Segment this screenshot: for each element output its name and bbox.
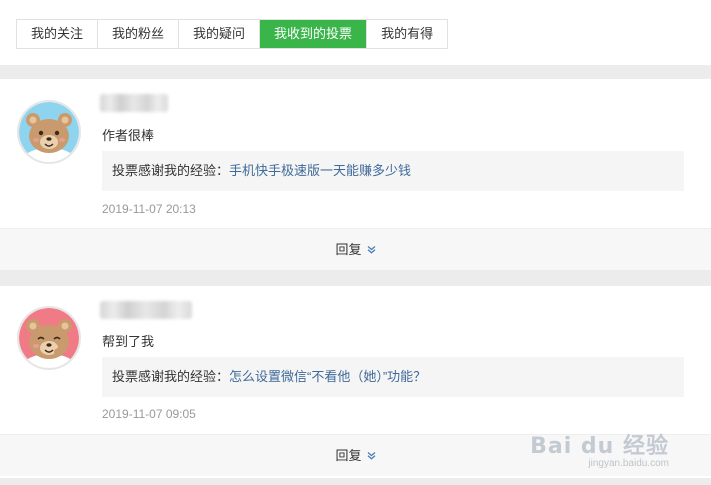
bear-avatar-icon [19,102,79,162]
tab-my-questions[interactable]: 我的疑问 [179,20,261,48]
quote-prefix: 投票感谢我的经验： [112,163,230,178]
tab-my-fans[interactable]: 我的粉丝 [98,20,180,48]
experience-quote: 投票感谢我的经验：怎么设置微信“不看他（她）”功能？ [102,357,684,397]
watermark-logo: Bai du 经验 [530,434,669,459]
tab-my-follows[interactable]: 我的关注 [17,20,99,48]
bear-avatar-icon [19,308,79,368]
vote-timestamp: 2019-11-07 20:13 [102,202,196,216]
experience-link[interactable]: 手机快手极速版一天能赚多少钱 [229,163,411,178]
reply-button[interactable]: 回复 [0,228,711,270]
reply-label: 回复 [335,448,362,463]
vote-comment: 作者很棒 [102,128,155,143]
section-divider [0,478,711,485]
quote-prefix: 投票感谢我的经验： [112,369,230,384]
tab-received-votes[interactable]: 我收到的投票 [260,20,368,48]
chevron-double-down-icon [367,230,376,272]
user-avatar[interactable] [17,306,81,370]
tab-my-gains[interactable]: 我的有得 [367,20,448,48]
section-divider [0,65,711,79]
user-avatar[interactable] [17,100,81,164]
blurred-username[interactable] [100,94,168,112]
chevron-double-down-icon [367,436,376,478]
vote-entry: 作者很棒 投票感谢我的经验：手机快手极速版一天能赚多少钱 2019-11-07 … [0,79,711,270]
blurred-username[interactable] [100,301,192,319]
experience-quote: 投票感谢我的经验：手机快手极速版一天能赚多少钱 [102,151,684,191]
baidu-jingyan-watermark: Bai du 经验 jingyan.baidu.com [530,428,669,469]
reply-label: 回复 [335,242,362,257]
vote-comment: 帮到了我 [102,334,155,349]
vote-timestamp: 2019-11-07 09:05 [102,407,196,421]
section-divider [0,270,711,286]
experience-link[interactable]: 怎么设置微信“不看他（她）”功能？ [229,369,426,384]
tab-bar: 我的关注 我的粉丝 我的疑问 我收到的投票 我的有得 [16,19,449,49]
